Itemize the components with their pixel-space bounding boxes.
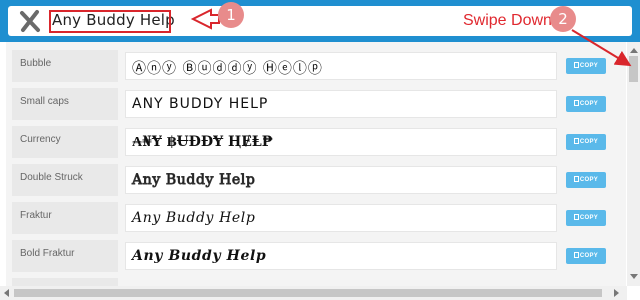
styled-text-field[interactable]: Any Buddy Help (125, 204, 557, 232)
scroll-up-arrow-icon[interactable] (630, 48, 638, 53)
copy-button[interactable]: COPY (566, 210, 606, 226)
clipboard-icon (573, 138, 579, 144)
horizontal-scrollbar[interactable] (0, 286, 627, 300)
style-name-partial (12, 278, 118, 286)
copy-button-label: COPY (579, 139, 599, 145)
copy-button-label: COPY (579, 253, 599, 259)
search-bar-area: Any Buddy Help Swipe Down (0, 0, 640, 42)
horizontal-scroll-thumb[interactable] (14, 289, 602, 297)
clipboard-icon (573, 176, 579, 182)
scroll-left-arrow-icon[interactable] (4, 289, 9, 297)
copy-button-label: COPY (579, 177, 599, 183)
copy-button[interactable]: COPY (566, 172, 606, 188)
annotation-step-2-badge: 2 (550, 6, 576, 32)
style-name: Fraktur (12, 202, 118, 234)
clipboard-icon (573, 214, 579, 220)
style-name: Currency (12, 126, 118, 158)
style-name: Bold Fraktur (12, 240, 118, 272)
styled-text-field[interactable]: Ⓐⓝⓨ Ⓑⓤⓓⓓⓨ Ⓗⓔⓛⓟ (125, 52, 557, 80)
close-x-icon[interactable] (18, 9, 42, 33)
copy-button[interactable]: COPY (566, 134, 606, 150)
vertical-scroll-thumb[interactable] (629, 56, 638, 82)
style-name: Double Struck (12, 164, 118, 196)
annotation-step-1-badge: 1 (218, 2, 244, 28)
clipboard-icon (573, 100, 579, 106)
copy-button-label: COPY (579, 63, 599, 69)
styled-text-field[interactable]: ANY BUDDY HELP (125, 90, 557, 118)
list-item: Fraktur Any Buddy Help COPY (12, 202, 622, 234)
search-input[interactable]: Any Buddy Help Swipe Down (8, 6, 632, 36)
list-item: Currency ₳₦Ɏ ฿ɄĐĐɎ ⱧɆⱠ₱ COPY (12, 126, 622, 158)
font-style-list[interactable]: Bubble Ⓐⓝⓨ Ⓑⓤⓓⓓⓨ Ⓗⓔⓛⓟ COPY Small caps AN… (6, 42, 626, 286)
scroll-down-arrow-icon[interactable] (630, 274, 638, 279)
scroll-right-arrow-icon[interactable] (614, 289, 619, 297)
vertical-scrollbar[interactable] (627, 42, 640, 286)
copy-button[interactable]: COPY (566, 96, 606, 112)
clipboard-icon (573, 62, 579, 68)
app-window: Any Buddy Help Swipe Down Bubble Ⓐⓝⓨ Ⓑⓤⓓ… (0, 0, 640, 300)
styled-text-field[interactable]: Any Buddy Help (125, 166, 557, 194)
styled-text-field[interactable]: Any Buddy Help (125, 242, 557, 270)
list-item: Bubble Ⓐⓝⓨ Ⓑⓤⓓⓓⓨ Ⓗⓔⓛⓟ COPY (12, 50, 622, 82)
list-item: Small caps ANY BUDDY HELP COPY (12, 88, 622, 120)
copy-button[interactable]: COPY (566, 58, 606, 74)
style-name: Small caps (12, 88, 118, 120)
annotation-highlight-box (49, 10, 171, 33)
copy-button[interactable]: COPY (566, 248, 606, 264)
list-item: Double Struck Any Buddy Help COPY (12, 164, 622, 196)
copy-button-label: COPY (579, 101, 599, 107)
styled-text-field[interactable]: ₳₦Ɏ ฿ɄĐĐɎ ⱧɆⱠ₱ (125, 128, 557, 156)
list-item-partial (12, 278, 622, 286)
clipboard-icon (573, 252, 579, 258)
annotation-swipe-down: Swipe Down (463, 12, 552, 29)
style-name: Bubble (12, 50, 118, 82)
list-item: Bold Fraktur Any Buddy Help COPY (12, 240, 622, 272)
copy-button-label: COPY (579, 215, 599, 221)
